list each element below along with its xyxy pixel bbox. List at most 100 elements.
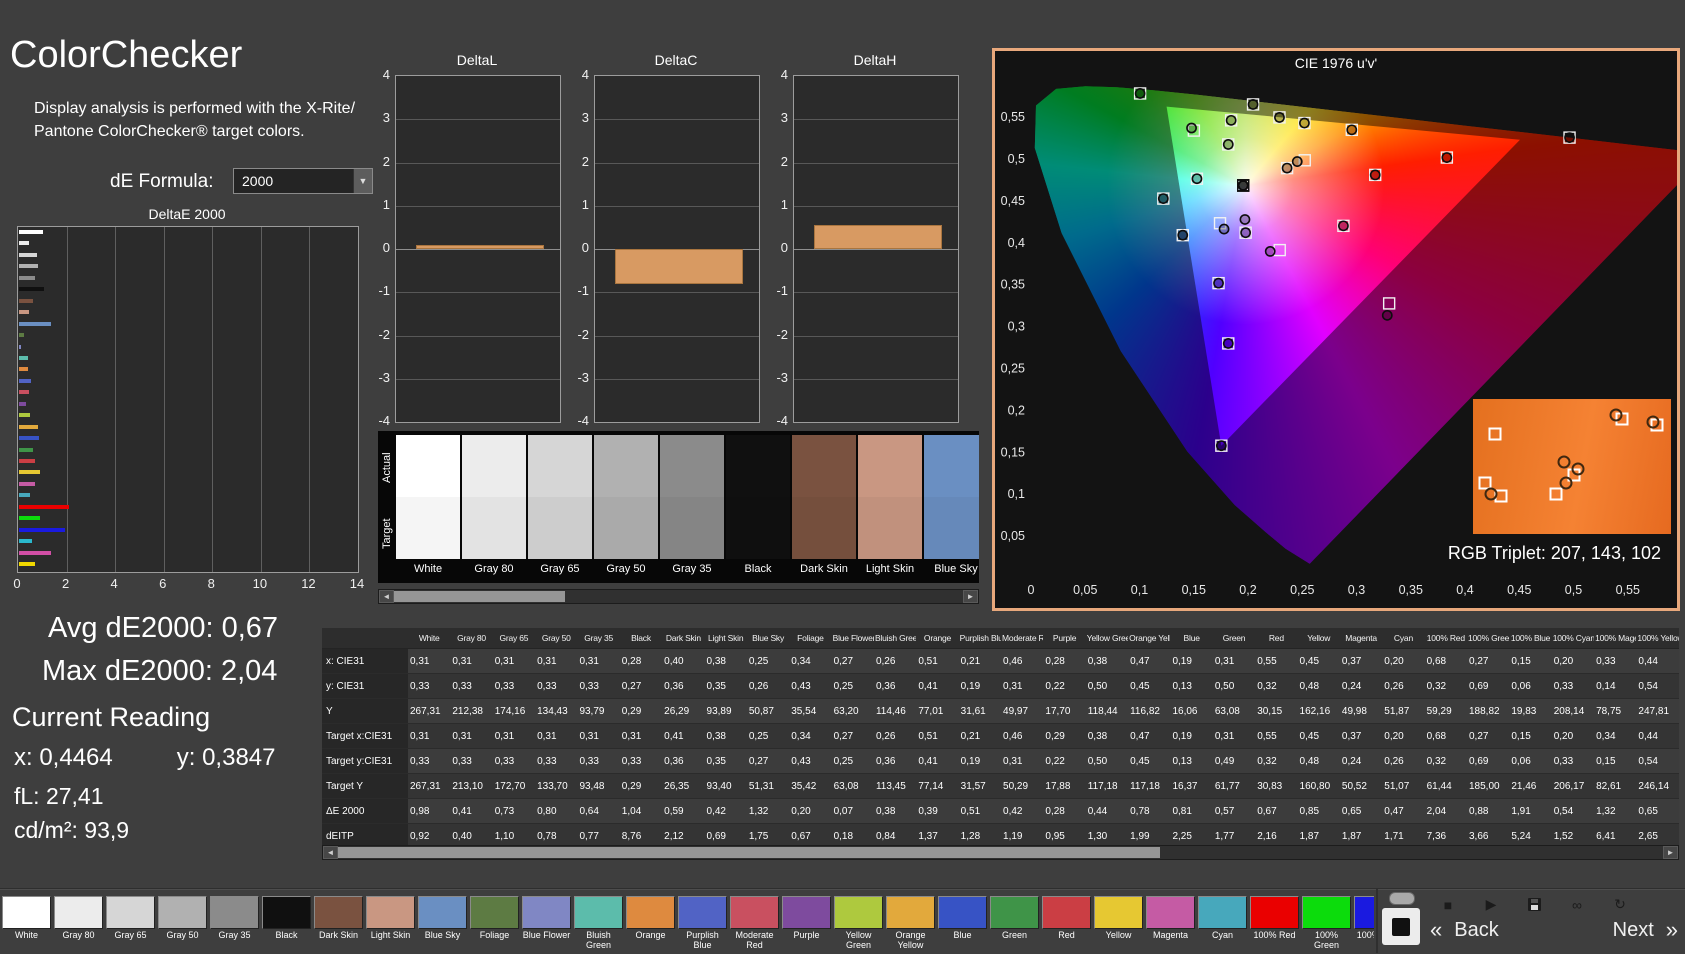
deltac-chart-title: DeltaC [654,52,698,68]
patch-button[interactable]: Gray 50 [158,896,207,952]
scroll-right-button[interactable]: ► [963,590,978,603]
table-cell: 0,59 [662,798,705,824]
scroll-left-button[interactable]: ◄ [379,590,394,603]
scroll-track[interactable] [394,590,963,603]
swatch-label: Gray 65 [540,563,580,575]
scroll-thumb[interactable] [394,591,565,602]
patch-button[interactable]: Light Skin [366,896,415,952]
icon-button-row: ■ ▶ ∞ ↻ [1432,894,1636,915]
patch-button[interactable]: Magenta [1146,896,1195,952]
table-cell: 0,36 [662,673,705,699]
patch-button[interactable]: 100% Blue [1354,896,1374,952]
table-cell: 2,04 [1424,798,1467,824]
y-axis-tick-label: 0,05 [1001,529,1025,543]
handle-button[interactable] [1389,892,1415,905]
patch-button[interactable]: Purple [782,896,831,952]
patch-label: Purple [793,930,820,940]
gridline [595,162,759,164]
table-cell: 0,54 [1636,748,1679,774]
patch-button[interactable]: Yellow [1094,896,1143,952]
scroll-thumb[interactable] [338,847,1160,858]
column-header: Orange [916,628,959,649]
next-button[interactable]: Next » [1613,917,1678,943]
refresh-button[interactable]: ↻ [1604,894,1636,915]
back-button[interactable]: « Back [1430,917,1499,943]
deltae-bar [19,562,35,567]
deltae-bar [19,550,52,555]
deltae-bar [19,321,52,326]
table-scrollbar[interactable]: ◄ ► [322,845,1679,860]
pattern-window-button[interactable] [1382,908,1420,945]
patch-label: Dark Skin [318,930,358,940]
table-cell: 0,46 [1001,723,1044,749]
deltah-y-axis: 4 3 2 1 0 -1 -2 -3 -4 [758,67,788,428]
patch-button[interactable]: Gray 65 [106,896,155,952]
patch-button[interactable]: Green [990,896,1039,952]
patch-button[interactable]: Moderate Red [730,896,779,952]
pattern-window-icon [1392,917,1410,936]
back-button-label: Back [1454,918,1499,941]
x-axis-tick-label: 0,55 [1616,583,1640,597]
loop-button[interactable]: ∞ [1561,894,1593,915]
deltae2000-chart [17,226,359,573]
stop-button[interactable]: ■ [1432,894,1464,915]
column-header: Blue Sky [746,628,790,649]
table-cell: 0,39 [916,798,959,824]
play-button[interactable]: ▶ [1475,894,1507,915]
de-formula-dropdown[interactable]: 2000 ▼ [233,168,373,194]
patch-button[interactable]: White [2,896,51,952]
patch-button[interactable]: 100% Red [1250,896,1299,952]
table-cell: 0,31 [1001,673,1044,699]
swatch-target [594,497,658,559]
table-cell: 30,15 [1255,698,1298,724]
table-cell: 0,44 [1085,798,1129,824]
measured-marker [1134,88,1146,99]
table-cell: 0,13 [1170,748,1213,774]
scroll-left-button[interactable]: ◄ [323,846,338,859]
table-cell: 19,83 [1509,698,1552,724]
patch-button[interactable]: Bluish Green [574,896,623,952]
patch-button[interactable]: Gray 80 [54,896,103,952]
patch-button[interactable]: Red [1042,896,1091,952]
measured-marker [1213,277,1224,289]
patch-button[interactable]: Foliage [470,896,519,952]
table-cell: 0,45 [1297,723,1340,749]
patch-button[interactable]: Blue Sky [418,896,467,952]
table-cell: 0,41 [662,723,705,749]
patch-swatch [574,896,623,929]
patch-button[interactable]: Cyan [1198,896,1247,952]
table-cell: 0,31 [450,648,493,674]
patch-button[interactable]: Blue [938,896,987,952]
measured-marker [1564,132,1575,143]
table-cell: 0,36 [662,748,705,774]
patch-button[interactable]: Orange Yellow [886,896,935,952]
scroll-right-button[interactable]: ► [1663,846,1678,859]
axis-tick-label: 0 [581,240,589,255]
deltae-bar [19,298,34,303]
patch-label: Gray 50 [166,930,199,940]
save-button[interactable] [1518,894,1550,915]
swatch-actual [462,435,526,497]
patch-button[interactable]: Black [262,896,311,952]
table-row: Target Y 267,31 213,10 172,70 133,70 93,48 0,2… [322,773,1679,799]
scroll-track[interactable] [338,846,1663,859]
axis-tick-label: -2 [378,326,390,342]
swatch-scrollbar[interactable]: ◄ ► [378,589,979,604]
bottom-bar: White Gray 80 Gray 65 Gray 50 Gray 35 Black Da… [0,888,1685,954]
rgb-triplet-readout: RGB Triplet: 207, 143, 102 [1447,543,1661,563]
table-cell: 0,21 [958,648,1002,674]
patch-button[interactable]: Gray 35 [210,896,259,952]
patch-swatch [314,896,363,929]
table-cell: 0,27 [746,748,790,774]
patch-button[interactable]: Blue Flower [522,896,571,952]
patch-button[interactable]: Orange [626,896,675,952]
table-cell: 0,31 [535,723,578,749]
table-cell: 0,22 [1043,748,1086,774]
patch-button[interactable]: Dark Skin [314,896,363,952]
next-button-label: Next [1612,918,1654,941]
patch-button[interactable]: Purplish Blue [678,896,727,952]
patch-button[interactable]: 100% Green [1302,896,1351,952]
x-axis-tick-label: 0,2 [1239,583,1256,597]
measured-marker [1281,162,1293,174]
patch-button[interactable]: Yellow Green [834,896,883,952]
